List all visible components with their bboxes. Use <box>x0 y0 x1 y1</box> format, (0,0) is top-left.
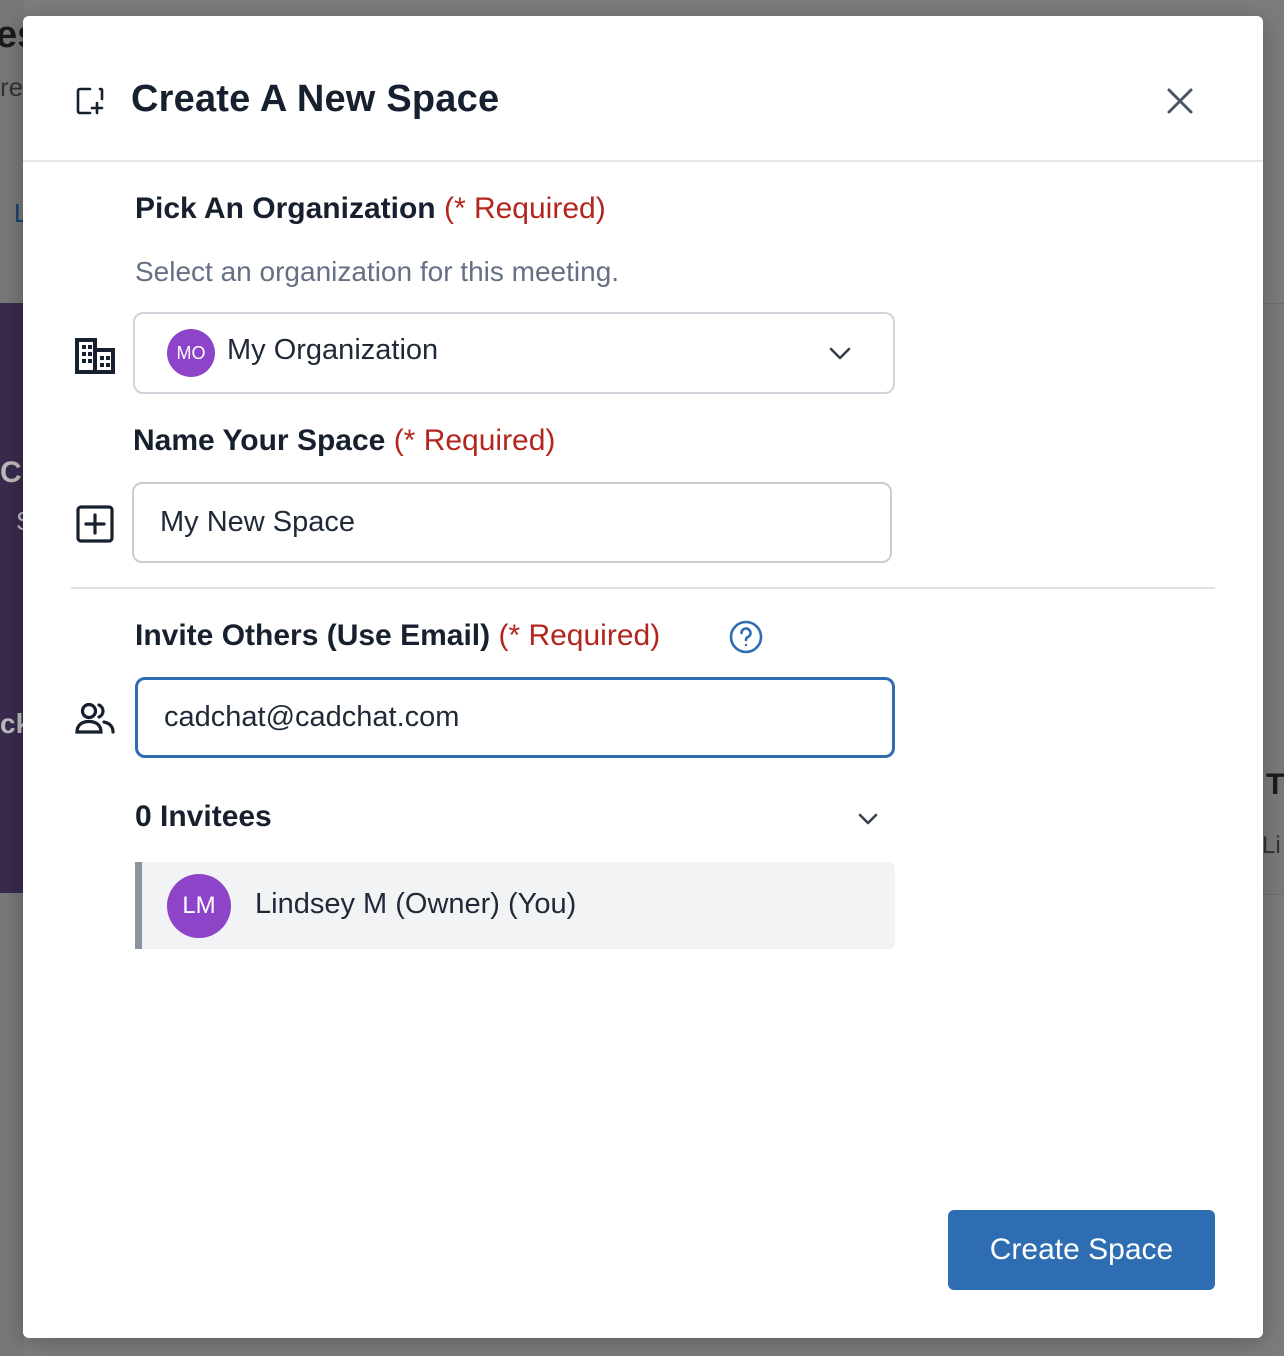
background-purple-card <box>0 303 24 893</box>
chevron-down-icon <box>829 347 851 360</box>
modal-title: Create A New Space <box>131 78 500 120</box>
new-space-icon <box>76 87 104 115</box>
required-marker: (* Required) <box>393 424 556 457</box>
space-name-input[interactable] <box>132 482 892 563</box>
invite-label-text: Invite Others (Use Email) <box>135 619 491 652</box>
organization-avatar: MO <box>167 329 215 377</box>
organization-select-value: My Organization <box>227 334 439 366</box>
invitee-list-item: LM Lindsey M (Owner) (You) <box>135 862 895 949</box>
create-space-modal: Create A New Space Pick An Organization … <box>23 16 1263 1338</box>
required-marker: (* Required) <box>443 192 606 225</box>
invitee-name: Lindsey M (Owner) (You) <box>255 888 577 920</box>
plus-square-icon <box>76 505 114 543</box>
modal-header: Create A New Space <box>23 16 1263 162</box>
invitees-count-label: 0 Invitees <box>135 800 272 833</box>
invite-label: Invite Others (Use Email) (* Required) <box>135 619 660 653</box>
organization-helper-text: Select an organization for this meeting. <box>135 256 620 287</box>
space-name-label: Name Your Space (* Required) <box>133 424 555 458</box>
organization-label: Pick An Organization (* Required) <box>135 192 606 226</box>
building-icon <box>75 338 115 374</box>
section-divider <box>71 587 1215 589</box>
background-right-fragment: Li <box>1262 832 1281 859</box>
background-right-fragment: T <box>1266 768 1284 801</box>
invite-email-input[interactable] <box>135 677 895 758</box>
avatar: LM <box>167 874 231 938</box>
organization-select[interactable]: MO My Organization <box>133 312 895 394</box>
background-right-card <box>1263 303 1284 895</box>
chevron-down-icon[interactable] <box>853 804 883 834</box>
space-name-label-text: Name Your Space <box>133 424 386 457</box>
organization-label-text: Pick An Organization <box>135 192 436 225</box>
close-icon[interactable] <box>1161 82 1199 120</box>
people-icon <box>75 702 115 734</box>
help-icon[interactable] <box>728 619 764 655</box>
background-text-fragment: re <box>0 72 24 102</box>
background-card-fragment: C <box>0 456 22 489</box>
required-marker: (* Required) <box>498 619 661 652</box>
create-space-button[interactable]: Create Space <box>948 1210 1215 1290</box>
